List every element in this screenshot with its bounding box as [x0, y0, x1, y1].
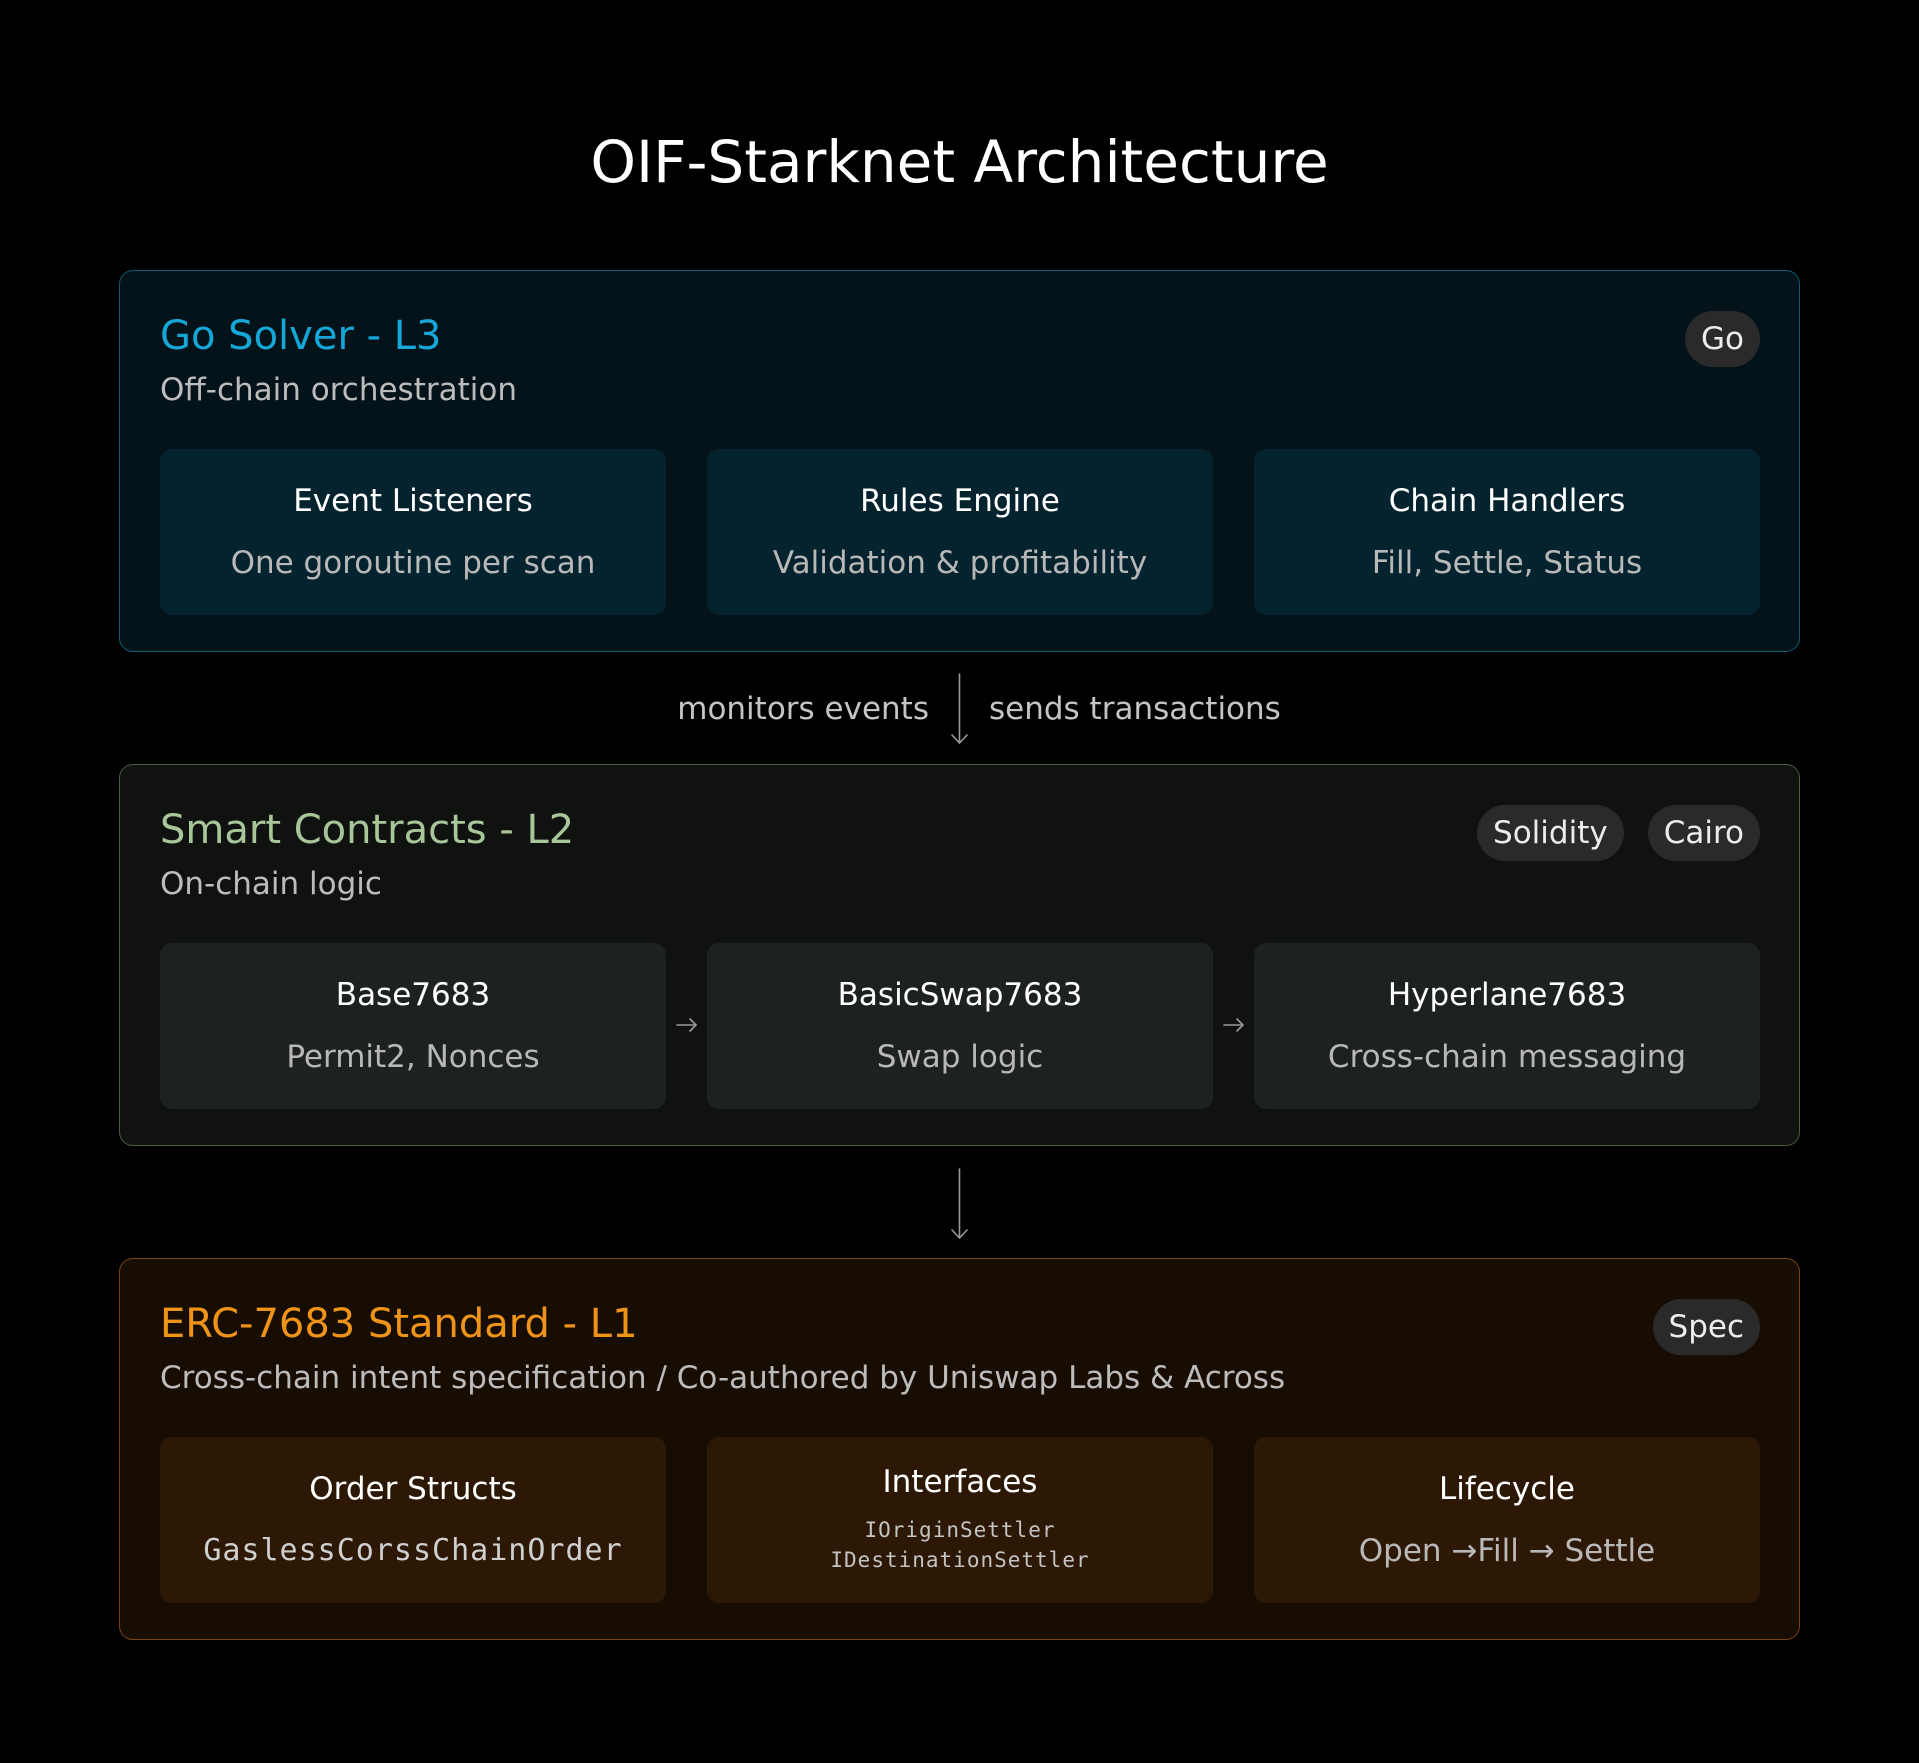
layer-subtitle: Cross-chain intent specification / Co-au…	[160, 1360, 1286, 1396]
layer-title: Smart Contracts - L2	[160, 807, 575, 853]
card-description: One goroutine per scan	[230, 545, 596, 581]
card-description: Fill, Settle, Status	[1371, 545, 1643, 581]
card-title: Lifecycle	[1439, 1471, 1575, 1507]
card-title: BasicSwap7683	[837, 977, 1083, 1013]
card-hyperlane7683: Hyperlane7683 Cross-chain messaging	[1254, 943, 1760, 1109]
layer-smart-contracts: Smart Contracts - L2 On-chain logic Soli…	[119, 764, 1800, 1146]
badge-spec: Spec	[1652, 1299, 1760, 1355]
card-order-structs: Order Structs GaslessCorssChainOrder	[160, 1437, 666, 1603]
card-title: Base7683	[335, 977, 491, 1013]
badge-group: Solidity Cairo	[1477, 805, 1760, 861]
badge-go: Go	[1685, 311, 1760, 367]
badge-group: Spec	[1652, 1299, 1760, 1355]
card-title: Order Structs	[309, 1471, 517, 1507]
connector-label-monitors: monitors events	[677, 691, 929, 727]
interface-destination-settler: IDestinationSettler	[830, 1548, 1090, 1572]
card-title: Rules Engine	[860, 483, 1060, 519]
card-description: Permit2, Nonces	[286, 1039, 540, 1075]
card-title: Interfaces	[882, 1464, 1038, 1500]
card-description: Swap logic	[876, 1039, 1044, 1075]
connector-label-sends: sends transactions	[989, 691, 1281, 727]
card-rules-engine: Rules Engine Validation & profitability	[707, 449, 1213, 615]
card-description: Open →Fill → Settle	[1358, 1533, 1656, 1569]
badge-cairo: Cairo	[1647, 805, 1760, 861]
badge-solidity: Solidity	[1477, 805, 1624, 861]
arrow-down-l3-l2	[951, 673, 968, 744]
layer-subtitle: On-chain logic	[160, 866, 382, 902]
card-description: GaslessCorssChainOrder	[203, 1533, 623, 1568]
component-row: Event Listeners One goroutine per scan R…	[160, 449, 1760, 615]
card-basicswap7683: BasicSwap7683 Swap logic	[707, 943, 1213, 1109]
component-row: Base7683 Permit2, Nonces BasicSwap7683 S…	[160, 943, 1760, 1109]
card-event-listeners: Event Listeners One goroutine per scan	[160, 449, 666, 615]
card-description: Cross-chain messaging	[1327, 1039, 1687, 1075]
card-title: Hyperlane7683	[1387, 977, 1627, 1013]
card-description: Validation & profitability	[772, 545, 1148, 581]
card-lifecycle: Lifecycle Open →Fill → Settle	[1254, 1437, 1760, 1603]
card-chain-handlers: Chain Handlers Fill, Settle, Status	[1254, 449, 1760, 615]
badge-group: Go	[1685, 311, 1760, 367]
card-base7683: Base7683 Permit2, Nonces	[160, 943, 666, 1109]
layer-erc7683-standard: ERC-7683 Standard - L1 Cross-chain inten…	[119, 1258, 1800, 1640]
layer-title: ERC-7683 Standard - L1	[160, 1301, 638, 1347]
card-title: Event Listeners	[293, 483, 533, 519]
component-row: Order Structs GaslessCorssChainOrder Int…	[160, 1437, 1760, 1603]
page-title: OIF-Starknet Architecture	[590, 128, 1329, 196]
card-title: Chain Handlers	[1388, 483, 1626, 519]
layer-subtitle: Off-chain orchestration	[160, 372, 517, 408]
interface-origin-settler: IOriginSettler	[864, 1518, 1056, 1542]
layer-title: Go Solver - L3	[160, 313, 442, 359]
arrow-down-l2-l1	[951, 1168, 968, 1239]
layer-go-solver: Go Solver - L3 Off-chain orchestration G…	[119, 270, 1800, 652]
card-description-list: IOriginSettler IDestinationSettler	[830, 1515, 1089, 1575]
card-interfaces: Interfaces IOriginSettler IDestinationSe…	[707, 1437, 1213, 1603]
